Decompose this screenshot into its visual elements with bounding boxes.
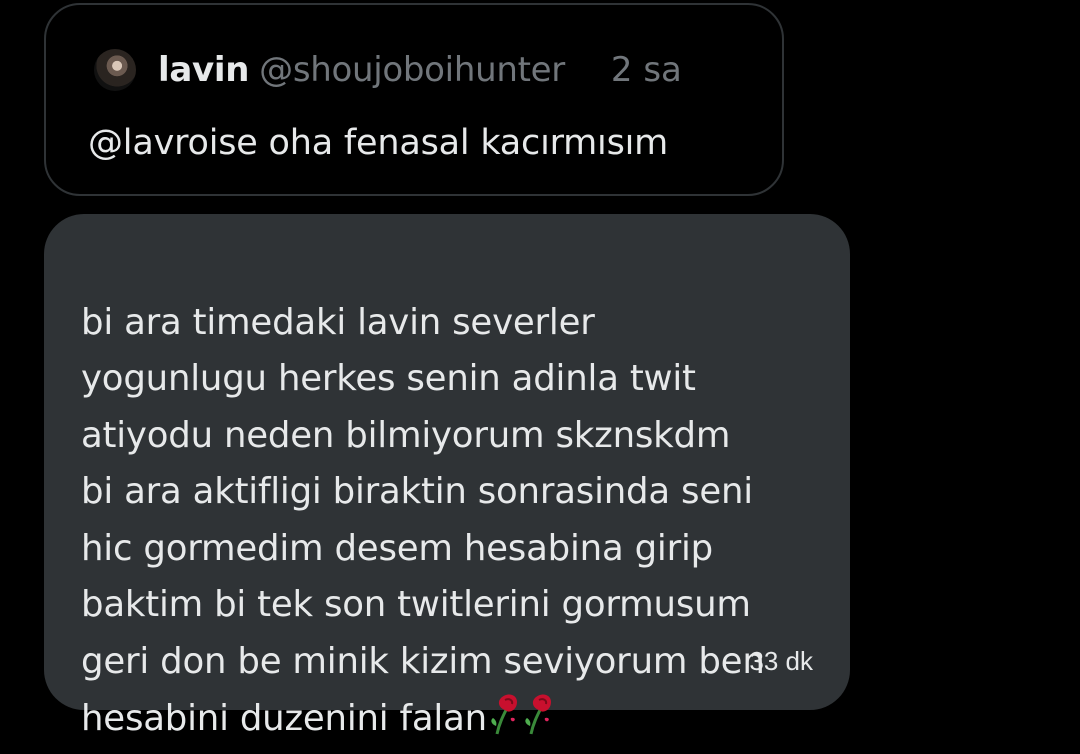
quoted-timestamp: 2 sa [610,50,682,90]
message-line: atiyodu neden bilmiyorum skznskdm [81,414,731,456]
message-line: hesabini duzenini falan [81,694,555,739]
wilted-rose-icon [487,690,521,736]
message-line: bi ara timedaki lavin severler [81,301,595,343]
message-timestamp: 33 dk [749,646,813,676]
message-bubble[interactable]: bi ara timedaki lavin severler yogunlugu… [44,214,850,739]
message-line: baktim bi tek son twitlerini gormusum [81,584,751,625]
message-text: bi ara timedaki lavin severler yogunlugu… [81,238,821,748]
message-line: yogunlugu herkes senin adinla twit [81,358,696,399]
quoted-post-card[interactable]: lavin @shoujoboihunter 2 sa @lavroise oh… [44,3,784,196]
quoted-post-text: @lavroise oha fenasal kacırmısım [88,123,669,163]
message-line-text: hesabini duzenini falan [81,698,487,739]
avatar[interactable] [94,49,136,91]
quoted-display-name[interactable]: lavin [158,50,249,90]
quoted-handle[interactable]: @shoujoboihunter [259,50,565,90]
quoted-post-header: lavin @shoujoboihunter 2 sa [94,47,682,93]
message-line: hic gormedim desem hesabina girip [81,527,713,569]
message-line: bi ara aktifligi biraktin sonrasinda sen… [81,471,753,512]
message-line: geri don be minik kizim seviyorum ben [81,640,765,682]
wilted-rose-icon [521,690,555,736]
